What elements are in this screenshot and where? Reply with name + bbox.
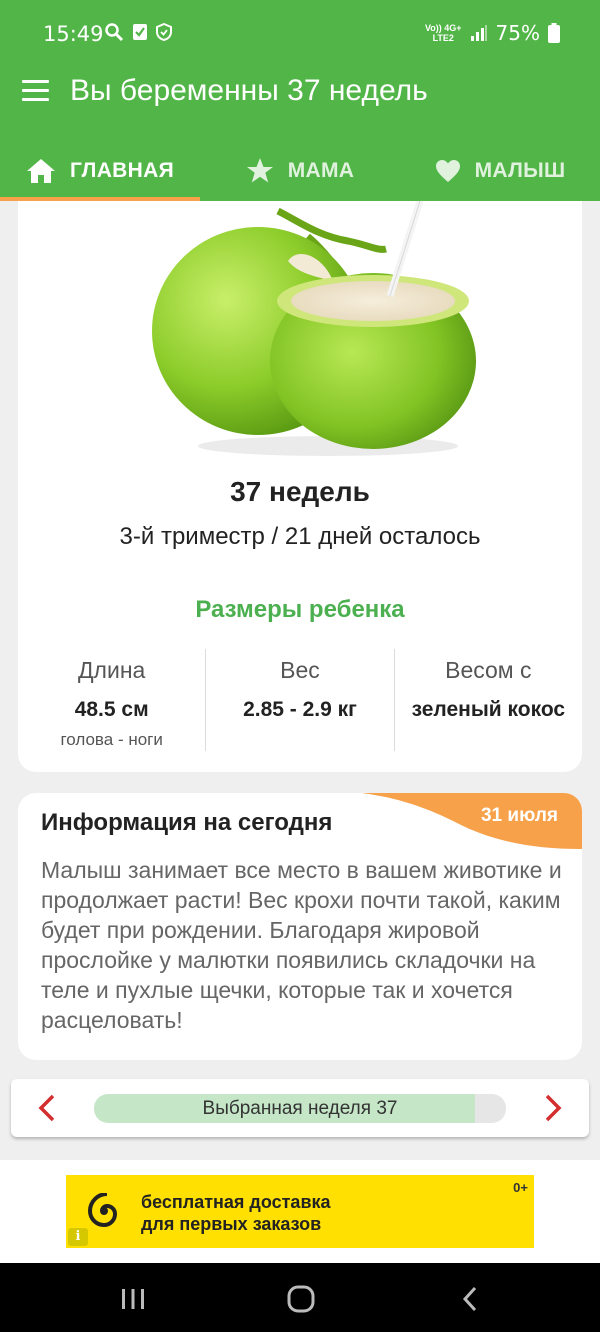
network-label-top: Vo)) 4G+ [424,23,462,33]
network-label-bottom: LTE2 [432,33,454,43]
baby-stats: Длина 48.5 см голова - ноги Вес 2.85 - 2… [18,649,582,751]
tab-baby-label: МАЛЫШ [474,158,566,182]
stat-length: Длина 48.5 см голова - ноги [18,649,205,751]
coconut-image [152,201,476,456]
home-button-icon[interactable] [286,1285,316,1313]
status-bar: 15:49 Vo)) 4G+ LTE2 75% [0,0,600,50]
tab-baby[interactable]: МАЛЫШ [400,140,600,201]
check-clipboard-icon [133,24,147,40]
info-title: Информация на сегодня [41,809,333,836]
stat-sub: голова - ноги [60,730,163,749]
week-progress[interactable]: Выбранная неделя 37 [94,1094,506,1123]
week-selector: Выбранная неделя 37 [11,1079,589,1137]
tab-home[interactable]: ГЛАВНАЯ [0,140,200,201]
battery-percent: 75% [495,21,540,45]
ad-info-icon[interactable]: i [68,1228,88,1246]
tab-home-label: ГЛАВНАЯ [70,158,174,182]
ad-line-2: для первых заказов [141,1214,322,1234]
menu-icon[interactable] [22,80,49,102]
ad-line-1: бесплатная доставка [141,1192,331,1212]
search-icon [105,23,124,42]
home-icon [27,158,55,183]
tab-bar: ГЛАВНАЯ МАМА МАЛЫШ [0,140,600,201]
page-title: Вы беременны 37 недель [70,74,428,107]
baby-sizes-title: Размеры ребенка [195,596,405,623]
week-label: Выбранная неделя 37 [202,1098,398,1119]
stat-value: 48.5 см [74,698,149,721]
status-notification-icons [104,22,172,42]
star-icon [246,158,273,183]
stat-value: зеленый кокос [411,698,566,721]
shield-icon [156,23,172,41]
stat-label: Весом с [445,657,532,683]
info-body: Малыш занимает все место в вашем животик… [41,857,562,1033]
heart-icon [435,159,460,182]
signal-icon [470,25,487,41]
ad-area: бесплатная доставка для первых заказов 0… [0,1160,600,1263]
ad-age-rating: 0+ [513,1180,528,1195]
week-card: 37 недель 3-й триместр / 21 дней осталос… [18,201,582,772]
status-right-icons: Vo)) 4G+ LTE2 75% [425,21,560,45]
info-card: 31 июля Информация на сегодня Малыш зани… [18,793,582,1060]
stat-value: 2.85 - 2.9 кг [243,698,357,721]
back-icon[interactable] [456,1285,486,1313]
tab-mom[interactable]: МАМА [200,140,400,201]
stat-compare: Весом с зеленый кокос [393,649,582,751]
system-nav-bar [0,1263,600,1332]
battery-icon [548,23,560,43]
stat-label: Длина [77,657,146,683]
ad-banner[interactable]: бесплатная доставка для первых заказов 0… [66,1175,534,1248]
chevron-left-icon[interactable] [33,1093,63,1123]
ad-text: бесплатная доставка для первых заказов [141,1191,331,1235]
stat-weight: Вес 2.85 - 2.9 кг [205,649,393,751]
info-date: 31 июля [480,805,558,826]
network-label: Vo)) 4G+ LTE2 [425,23,462,43]
tab-mom-label: МАМА [287,158,355,182]
app-bar: Вы беременны 37 недель [0,50,600,140]
stat-label: Вес [280,657,320,683]
trimester-text: 3-й триместр / 21 дней осталось [119,523,481,550]
weeks-title: 37 недель [230,476,370,507]
recent-apps-icon[interactable] [118,1285,148,1313]
spiral-logo-icon [87,1193,118,1228]
status-time: 15:49 [43,22,104,46]
chevron-right-icon[interactable] [537,1093,567,1123]
